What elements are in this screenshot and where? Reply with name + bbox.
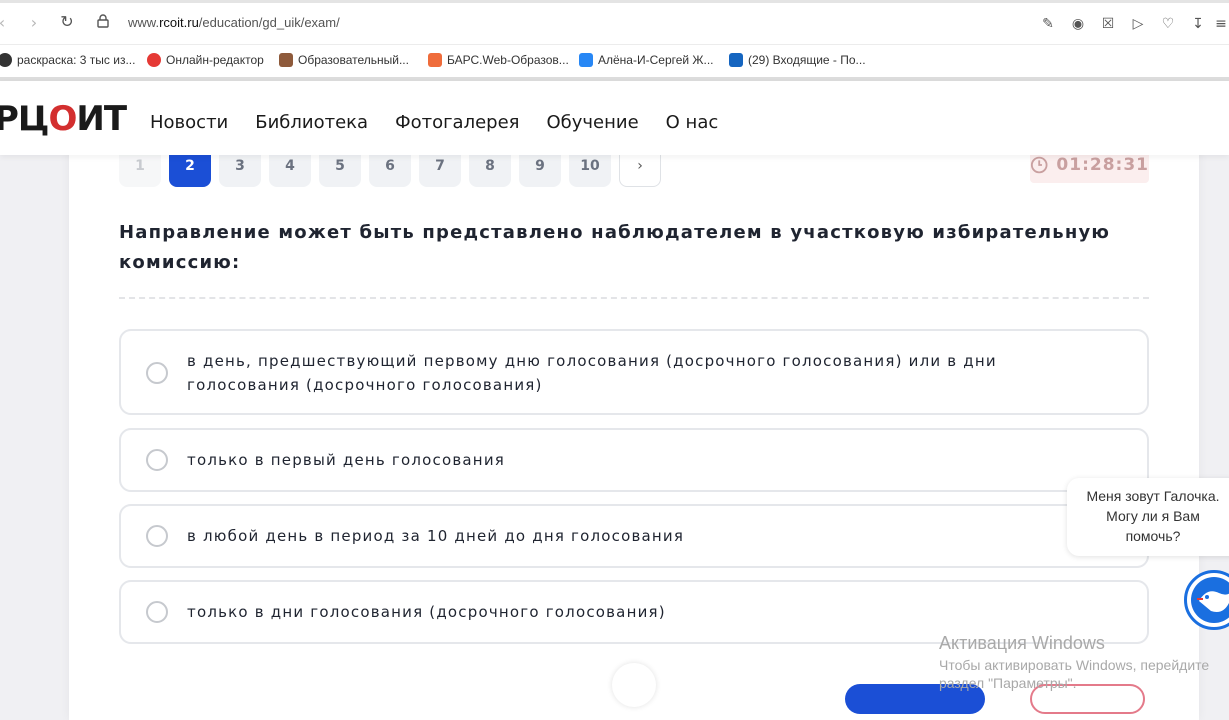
windows-activation-line-2: раздел "Параметры".	[939, 675, 1077, 691]
bookmark-item[interactable]: Алёна-И-Сергей Ж...	[579, 53, 714, 67]
bookmark-item[interactable]: БАРС.Web-Образов...	[428, 53, 569, 67]
bookmark-label: Онлайн-редактор	[166, 53, 264, 67]
forward-icon[interactable]: ›	[24, 13, 44, 32]
menu-item-news[interactable]: Новости	[150, 112, 228, 133]
logo-text-left: РЦ	[0, 99, 49, 139]
bookmark-icon	[729, 53, 743, 67]
lock-icon	[97, 14, 109, 28]
chat-line-2: Могу ли я Вам	[1106, 508, 1200, 524]
question-divider	[119, 297, 1149, 299]
bookmark-icon	[579, 53, 593, 67]
windows-activation-line-1: Чтобы активировать Windows, перейдите	[939, 657, 1210, 673]
bookmark-item[interactable]: Онлайн-редактор	[147, 53, 264, 67]
bookmark-icon	[279, 53, 293, 67]
bookmark-label: Алёна-И-Сергей Ж...	[598, 53, 714, 67]
browser-toolbar: ‹ › ↻ www.rcoit.ru/education/gd_uik/exam…	[0, 0, 1229, 44]
main-menu: Новости Библиотека Фотогалерея Обучение …	[150, 112, 718, 133]
answer-option-1[interactable]: в день, предшествующий первому дню голос…	[119, 329, 1149, 415]
chat-line-1: Меня зовут Галочка.	[1086, 488, 1220, 504]
radio-button[interactable]	[146, 525, 168, 547]
heart-icon[interactable]: ♡	[1153, 14, 1183, 34]
answer-option-3[interactable]: в любой день в период за 10 дней до дня …	[119, 504, 1149, 568]
menu-item-about[interactable]: О нас	[666, 112, 719, 133]
answer-text: только в дни голосования (досрочного гол…	[187, 603, 666, 621]
answer-text: в любой день в период за 10 дней до дня …	[187, 527, 685, 545]
bookmark-item[interactable]: (29) Входящие - По...	[729, 53, 866, 67]
answer-text: в день, предшествующий первому дню голос…	[187, 352, 997, 394]
bookmarks-bar: раскраска: 3 тыс из... Онлайн-редактор О…	[0, 44, 1229, 77]
bookmark-label: раскраска: 3 тыс из...	[17, 53, 136, 67]
answer-text: только в первый день голосования	[187, 451, 505, 469]
camera-icon[interactable]: ◉	[1063, 14, 1093, 34]
scroll-button[interactable]	[612, 663, 656, 707]
bookmark-icon	[147, 53, 161, 67]
toolbar-icons: ✎ ◉ ☒ ▷ ♡ ↧ ≡	[1033, 14, 1229, 34]
bookmark-label: БАРС.Web-Образов...	[447, 53, 569, 67]
reload-icon[interactable]: ↻	[57, 12, 77, 31]
radio-button[interactable]	[146, 601, 168, 623]
bookmark-item[interactable]: раскраска: 3 тыс из...	[0, 53, 135, 67]
radio-button[interactable]	[146, 362, 168, 384]
edit-icon[interactable]: ✎	[1033, 14, 1063, 34]
logo-check-letter: О	[48, 99, 77, 139]
menu-item-education[interactable]: Обучение	[546, 112, 638, 133]
menu-item-library[interactable]: Библиотека	[255, 112, 368, 133]
chat-line-3: помочь?	[1125, 528, 1181, 544]
menu-icon[interactable]: ≡	[1213, 14, 1229, 34]
answer-option-2[interactable]: только в первый день голосования	[119, 428, 1149, 492]
timer-value: 01:28:31	[1056, 155, 1149, 175]
url-path: /education/gd_uik/exam/	[198, 15, 340, 30]
bookmark-icon	[0, 53, 12, 67]
bookmark-label: Образовательный...	[298, 53, 409, 67]
download-icon[interactable]: ↧	[1183, 14, 1213, 34]
menu-item-gallery[interactable]: Фотогалерея	[395, 112, 519, 133]
url-prefix: www.	[128, 15, 160, 30]
bookmark-item[interactable]: Образовательный...	[279, 53, 409, 67]
url-domain: rcoit.ru	[159, 15, 199, 30]
question-text: Направление может быть представлено набл…	[119, 222, 1111, 273]
shield-icon[interactable]: ☒	[1093, 14, 1123, 34]
windows-activation-watermark: Активация Windows Чтобы активировать Win…	[939, 633, 1209, 691]
address-bar[interactable]: www.rcoit.ru/education/gd_uik/exam/	[128, 15, 340, 30]
bookmark-icon	[428, 53, 442, 67]
radio-button[interactable]	[146, 449, 168, 471]
bookmark-label: (29) Входящие - По...	[748, 53, 866, 67]
chat-bubble[interactable]: Меня зовут Галочка. Могу ли я Вам помочь…	[1067, 478, 1229, 556]
clock-icon	[1030, 156, 1048, 174]
back-icon[interactable]: ‹	[0, 13, 12, 32]
logo-text-right: ИТ	[76, 99, 127, 139]
play-icon[interactable]: ▷	[1123, 14, 1153, 34]
windows-activation-title: Активация Windows	[939, 633, 1105, 653]
site-header: РЦОИТ Новости Библиотека Фотогалерея Обу…	[0, 81, 1229, 155]
site-logo[interactable]: РЦОИТ	[0, 99, 127, 139]
